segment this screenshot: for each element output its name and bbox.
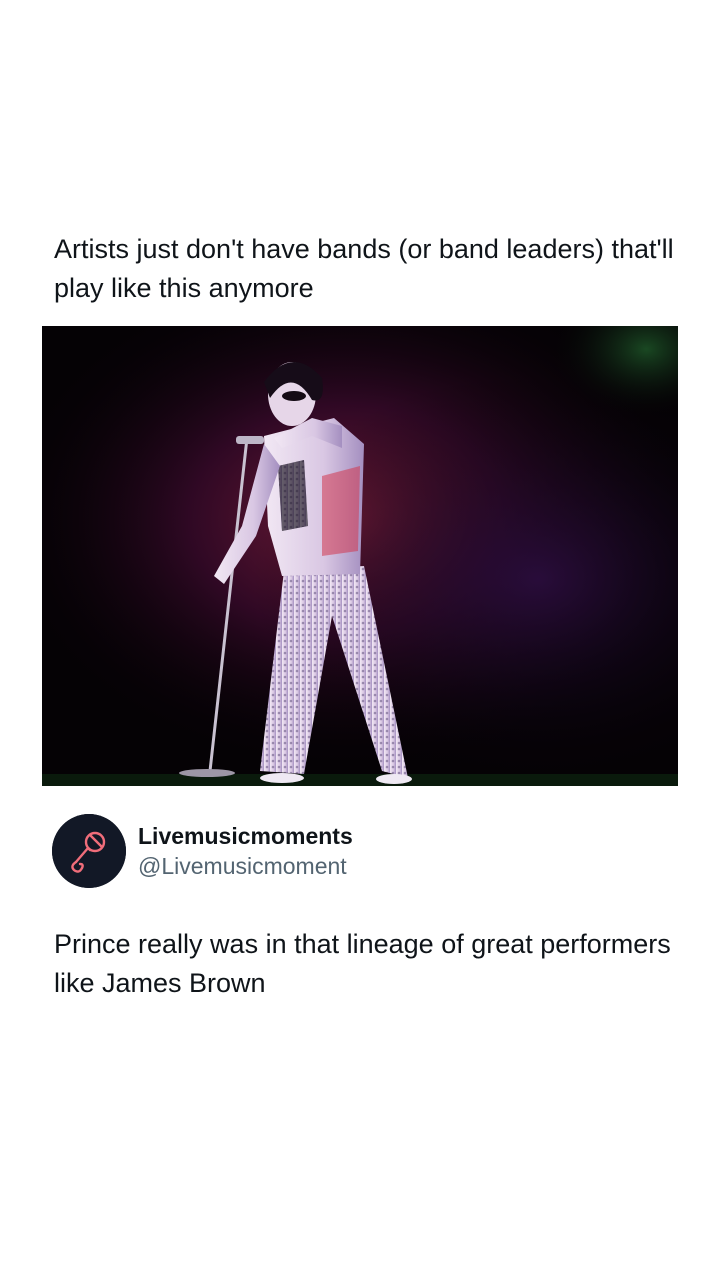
post-caption: Artists just don't have bands (or band l… (54, 234, 674, 303)
concert-performer-image (42, 326, 678, 786)
post-media-image[interactable] (42, 326, 678, 786)
user-handle[interactable]: @Livemusicmoment (138, 852, 347, 880)
microphone-icon (52, 814, 126, 888)
embedded-tweet-header[interactable]: Livemusicmoments @Livemusicmoment (52, 814, 672, 888)
display-name[interactable]: Livemusicmoments (138, 822, 353, 850)
embedded-tweet-text: Prince really was in that lineage of gre… (54, 929, 671, 998)
avatar[interactable] (52, 814, 126, 888)
